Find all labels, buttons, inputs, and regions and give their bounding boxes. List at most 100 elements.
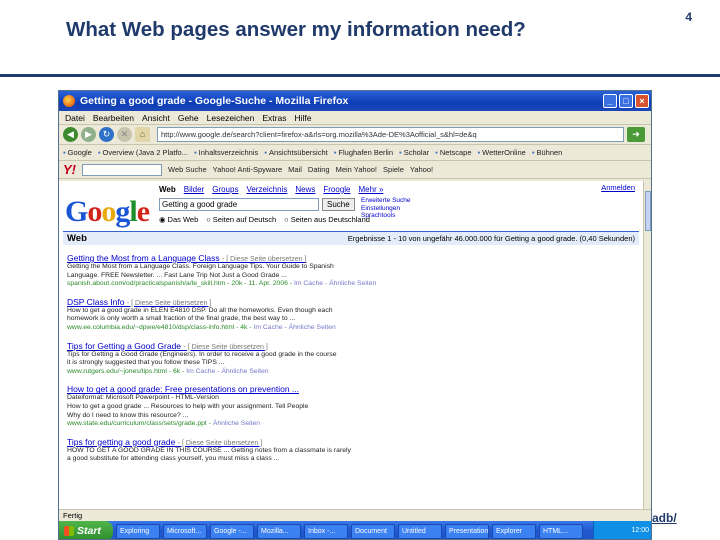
menu-lesezeichen[interactable]: Lesezeichen bbox=[207, 113, 255, 123]
result-title-link[interactable]: Getting the Most from a Language Class bbox=[67, 253, 220, 263]
yahoo-search-input[interactable] bbox=[82, 163, 162, 176]
taskbar-item[interactable]: Google -... bbox=[210, 523, 254, 539]
yahoo-item[interactable]: Spiele bbox=[383, 165, 404, 174]
bookmark-item[interactable]: Flughafen Berlin bbox=[334, 148, 393, 157]
taskbar-item[interactable]: Exploring bbox=[116, 523, 160, 539]
scrollbar-thumb[interactable] bbox=[645, 191, 651, 231]
google-tabs: Web Bilder Groups Verzeichnis News Froog… bbox=[159, 185, 383, 194]
system-tray-clock[interactable]: 12:00 bbox=[593, 521, 651, 539]
taskbar-item[interactable]: Document bbox=[351, 523, 395, 539]
radio-das-web[interactable]: Das Web bbox=[159, 215, 199, 224]
title-divider bbox=[0, 74, 720, 77]
results-section-label: Web bbox=[67, 233, 87, 244]
tab-verzeichnis[interactable]: Verzeichnis bbox=[246, 185, 287, 194]
home-icon[interactable]: ⌂ bbox=[135, 127, 150, 142]
tab-groups[interactable]: Groups bbox=[212, 185, 238, 194]
search-result: Getting the Most from a Language Class -… bbox=[67, 253, 397, 289]
cache-links[interactable]: Im Cache - Ähnliche Seiten bbox=[294, 280, 376, 287]
bookmark-item[interactable]: WetterOnline bbox=[478, 148, 526, 157]
search-button[interactable]: Suche bbox=[322, 198, 355, 211]
menu-hilfe[interactable]: Hilfe bbox=[294, 113, 311, 123]
close-button[interactable]: × bbox=[635, 94, 649, 108]
reload-icon[interactable]: ↻ bbox=[99, 127, 114, 142]
results-header-bar: Web Ergebnisse 1 - 10 von ungefähr 46.00… bbox=[63, 231, 639, 245]
result-title-link[interactable]: How to get a good grade: Free presentati… bbox=[67, 384, 299, 394]
radio-seiten-aus-deutschland[interactable]: Seiten aus Deutschland bbox=[284, 215, 370, 224]
forward-arrow-icon[interactable]: ▶ bbox=[81, 127, 96, 142]
tab-mehr[interactable]: Mehr » bbox=[359, 185, 384, 194]
taskbar-item[interactable]: Presentation bbox=[445, 523, 489, 539]
windows-taskbar: Start Exploring Microsoft... Google -...… bbox=[59, 521, 651, 539]
yahoo-item[interactable]: Mein Yahoo! bbox=[336, 165, 377, 174]
tab-froogle[interactable]: Froogle bbox=[323, 185, 350, 194]
sign-in-link[interactable]: Anmelden bbox=[601, 183, 635, 192]
bookmark-item[interactable]: Ansichtsübersicht bbox=[264, 148, 328, 157]
firefox-icon bbox=[63, 95, 75, 107]
bookmark-item[interactable]: Google bbox=[63, 148, 92, 157]
yahoo-item[interactable]: Dating bbox=[308, 165, 330, 174]
window-title: Getting a good grade - Google-Suche - Mo… bbox=[80, 95, 349, 107]
result-snippet: Getting the Most from a Language Class. … bbox=[67, 263, 334, 270]
bookmark-item[interactable]: Bühnen bbox=[532, 148, 562, 157]
cache-links[interactable]: Ähnliche Seiten bbox=[213, 420, 260, 427]
taskbar-item[interactable]: Untitled bbox=[398, 523, 442, 539]
taskbar-item[interactable]: Mozilla... bbox=[257, 523, 301, 539]
yahoo-item[interactable]: Yahoo! bbox=[410, 165, 433, 174]
maximize-button[interactable]: □ bbox=[619, 94, 633, 108]
google-logo[interactable]: Google bbox=[65, 195, 150, 229]
result-url: www.state.edu/curriculum/class/sets/grad… bbox=[67, 420, 211, 428]
result-title-link[interactable]: DSP Class Info bbox=[67, 297, 124, 307]
yahoo-toolbar: Y! Web Suche Yahoo! Anti-Spyware Mail Da… bbox=[59, 161, 651, 179]
translate-link[interactable]: - [ Diese Seite übersetzen ] bbox=[183, 344, 267, 351]
result-url: www.ee.columbia.edu/~dpwe/e4810/dsp/clas… bbox=[67, 323, 252, 331]
result-snippet: How to get a good grade ... Resources to… bbox=[67, 402, 309, 410]
bookmark-item[interactable]: Inhaltsverzeichnis bbox=[194, 148, 259, 157]
result-snippet: Why do I need to know this resource? ... bbox=[67, 411, 189, 419]
tab-web[interactable]: Web bbox=[159, 185, 176, 194]
menu-datei[interactable]: Datei bbox=[65, 113, 85, 123]
slide-url-fragment[interactable]: adb/ bbox=[652, 511, 677, 525]
result-snippet: Dateiformat: Microsoft Powerpoint - HTML… bbox=[67, 394, 219, 402]
translate-link[interactable]: - [ Diese Seite übersetzen ] bbox=[222, 256, 306, 263]
minimize-button[interactable]: _ bbox=[603, 94, 617, 108]
result-stats: Ergebnisse 1 - 10 von ungefähr 46.000.00… bbox=[347, 234, 635, 243]
start-button[interactable]: Start bbox=[59, 521, 113, 539]
advanced-search-link[interactable]: Erweiterte Suche bbox=[361, 197, 411, 205]
taskbar-item[interactable]: Microsoft... bbox=[163, 523, 207, 539]
result-url: www.rutgers.edu/~jones/tips.html - 6k - bbox=[67, 367, 185, 375]
cache-links[interactable]: Im Cache - Ähnliche Seiten bbox=[253, 324, 335, 331]
bookmark-item[interactable]: Netscape bbox=[435, 148, 472, 157]
translate-link[interactable]: - [ Diese Seite übersetzen ] bbox=[178, 440, 262, 447]
menu-gehe[interactable]: Gehe bbox=[178, 113, 199, 123]
result-snippet: How to get a good grade in ELEN E4810 DS… bbox=[67, 306, 333, 314]
stop-icon[interactable]: ✕ bbox=[117, 127, 132, 142]
back-arrow-icon[interactable]: ◀ bbox=[63, 127, 78, 142]
menu-extras[interactable]: Extras bbox=[262, 113, 286, 123]
bookmark-item[interactable]: Overview (Java 2 Platfo... bbox=[98, 148, 188, 157]
go-icon[interactable]: ➜ bbox=[627, 127, 645, 142]
taskbar-item[interactable]: Inbox -... bbox=[304, 523, 348, 539]
result-title-link[interactable]: Tips for getting a good grade bbox=[67, 437, 175, 447]
radio-seiten-auf-deutsch[interactable]: Seiten auf Deutsch bbox=[206, 215, 276, 224]
translate-link[interactable]: - [ Diese Seite übersetzen ] bbox=[127, 300, 211, 307]
taskbar-item[interactable]: HTML... bbox=[539, 523, 583, 539]
settings-link[interactable]: Einstellungen bbox=[361, 205, 411, 213]
page-content: Anmelden Google Web Bilder Groups Verzei… bbox=[59, 181, 643, 509]
menu-bearbeiten[interactable]: Bearbeiten bbox=[93, 113, 134, 123]
tab-bilder[interactable]: Bilder bbox=[184, 185, 204, 194]
bookmark-item[interactable]: Scholar bbox=[399, 148, 429, 157]
vertical-scrollbar[interactable] bbox=[643, 181, 651, 509]
search-input[interactable]: Getting a good grade bbox=[159, 198, 319, 211]
address-bar[interactable]: http://www.google.de/search?client=firef… bbox=[157, 127, 624, 142]
cache-links[interactable]: Im Cache - Ähnliche Seiten bbox=[186, 368, 268, 375]
yahoo-item[interactable]: Web Suche bbox=[168, 165, 207, 174]
yahoo-logo[interactable]: Y! bbox=[63, 162, 76, 177]
status-bar: Fertig bbox=[59, 509, 651, 521]
tab-news[interactable]: News bbox=[295, 185, 315, 194]
taskbar-item[interactable]: Explorer bbox=[492, 523, 536, 539]
window-titlebar[interactable]: Getting a good grade - Google-Suche - Mo… bbox=[59, 91, 651, 111]
yahoo-item[interactable]: Yahoo! Anti-Spyware bbox=[213, 165, 283, 174]
yahoo-item[interactable]: Mail bbox=[288, 165, 302, 174]
result-title-link[interactable]: Tips for Getting a Good Grade bbox=[67, 341, 181, 351]
menu-ansicht[interactable]: Ansicht bbox=[142, 113, 170, 123]
